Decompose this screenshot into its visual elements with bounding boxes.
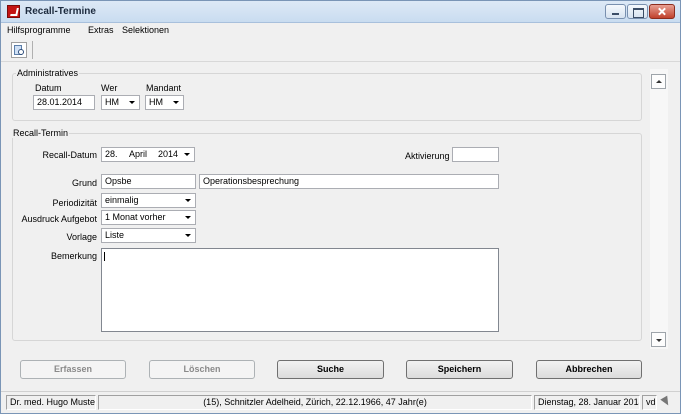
chevron-down-icon bbox=[129, 101, 135, 104]
recall-datum-picker[interactable]: 28. April 2014 bbox=[101, 147, 195, 162]
ausdruck-aufgebot-select[interactable]: 1 Monat vorher bbox=[101, 210, 196, 225]
periodizitaet-label: Periodizität bbox=[52, 198, 97, 208]
periodizitaet-select[interactable]: einmalig bbox=[101, 193, 196, 208]
status-date: Dienstag, 28. Januar 2014 bbox=[534, 395, 640, 410]
toolbar bbox=[1, 38, 680, 62]
menu-extras[interactable]: Extras bbox=[88, 25, 114, 35]
grund-label: Grund bbox=[71, 178, 97, 188]
wer-label: Wer bbox=[101, 83, 118, 93]
mandant-value: HM bbox=[149, 97, 163, 107]
vertical-scrollbar[interactable] bbox=[650, 69, 668, 349]
text-cursor bbox=[104, 252, 105, 261]
chevron-down-icon bbox=[185, 234, 191, 237]
ausdruck-aufgebot-value: 1 Monat vorher bbox=[105, 212, 166, 222]
form-area: Administratives Datum 28.01.2014 Wer HM … bbox=[2, 63, 646, 349]
recall-termin-title: Recall-Termin bbox=[12, 128, 70, 138]
window-title: Recall-Termine bbox=[25, 6, 96, 17]
status-patient: (15), Schnitzler Adelheid, Zürich, 22.12… bbox=[98, 395, 532, 410]
status-user: Dr. med. Hugo Muster bbox=[6, 395, 96, 410]
toolbar-separator bbox=[32, 41, 33, 59]
vorlage-value: Liste bbox=[105, 230, 125, 240]
chevron-down-icon bbox=[185, 199, 191, 202]
loeschen-button[interactable]: Löschen bbox=[149, 360, 255, 379]
resize-grip-icon[interactable] bbox=[661, 396, 671, 406]
wer-value: HM bbox=[105, 97, 119, 107]
chevron-down-icon bbox=[184, 153, 190, 156]
recall-termine-window: Recall-Termine Hilfsprogramme Extras Sel… bbox=[0, 0, 681, 414]
menu-bar: Hilfsprogramme Extras Selektionen bbox=[1, 23, 680, 38]
app-logo-icon bbox=[7, 5, 20, 18]
suche-button[interactable]: Suche bbox=[277, 360, 384, 379]
aktivierung-field[interactable] bbox=[452, 147, 499, 162]
bemerkung-textarea[interactable] bbox=[101, 248, 499, 332]
datum-label: Datum bbox=[35, 83, 62, 93]
title-bar[interactable]: Recall-Termine bbox=[1, 1, 680, 23]
menu-hilfsprogramme[interactable]: Hilfsprogramme bbox=[7, 25, 71, 35]
ausdruck-aufgebot-label: Ausdruck Aufgebot bbox=[21, 214, 97, 224]
vorlage-select[interactable]: Liste bbox=[101, 228, 196, 243]
periodizitaet-value: einmalig bbox=[105, 195, 139, 205]
recall-datum-label: Recall-Datum bbox=[42, 150, 97, 160]
scroll-down-icon[interactable] bbox=[651, 332, 666, 347]
scroll-up-icon[interactable] bbox=[651, 74, 666, 89]
chevron-down-icon bbox=[185, 216, 191, 219]
grund-text-field[interactable]: Operationsbesprechung bbox=[199, 174, 499, 189]
administratives-title: Administratives bbox=[16, 68, 80, 78]
menu-selektionen[interactable]: Selektionen bbox=[122, 25, 169, 35]
speichern-button[interactable]: Speichern bbox=[406, 360, 513, 379]
grund-code-field[interactable]: Opsbe bbox=[101, 174, 196, 189]
datum-field[interactable]: 28.01.2014 bbox=[33, 95, 95, 110]
mandant-label: Mandant bbox=[146, 83, 182, 93]
chevron-down-icon bbox=[173, 101, 179, 104]
abbrechen-button[interactable]: Abbrechen bbox=[536, 360, 642, 379]
recall-year: 2014 bbox=[158, 149, 179, 159]
mandant-select[interactable]: HM bbox=[145, 95, 184, 110]
status-short: vd bbox=[642, 395, 657, 410]
bemerkung-label: Bemerkung bbox=[50, 251, 97, 261]
document-search-icon[interactable] bbox=[11, 42, 27, 58]
erfassen-button[interactable]: Erfassen bbox=[20, 360, 126, 379]
aktivierung-label: Aktivierung bbox=[405, 151, 450, 161]
maximize-button[interactable] bbox=[627, 4, 648, 19]
recall-month: April bbox=[129, 149, 148, 159]
vorlage-label: Vorlage bbox=[66, 232, 97, 242]
wer-select[interactable]: HM bbox=[101, 95, 140, 110]
close-button[interactable] bbox=[649, 4, 675, 19]
status-bar: Dr. med. Hugo Muster (15), Schnitzler Ad… bbox=[1, 391, 680, 413]
recall-day: 28. bbox=[105, 149, 118, 159]
minimize-button[interactable] bbox=[605, 4, 626, 19]
